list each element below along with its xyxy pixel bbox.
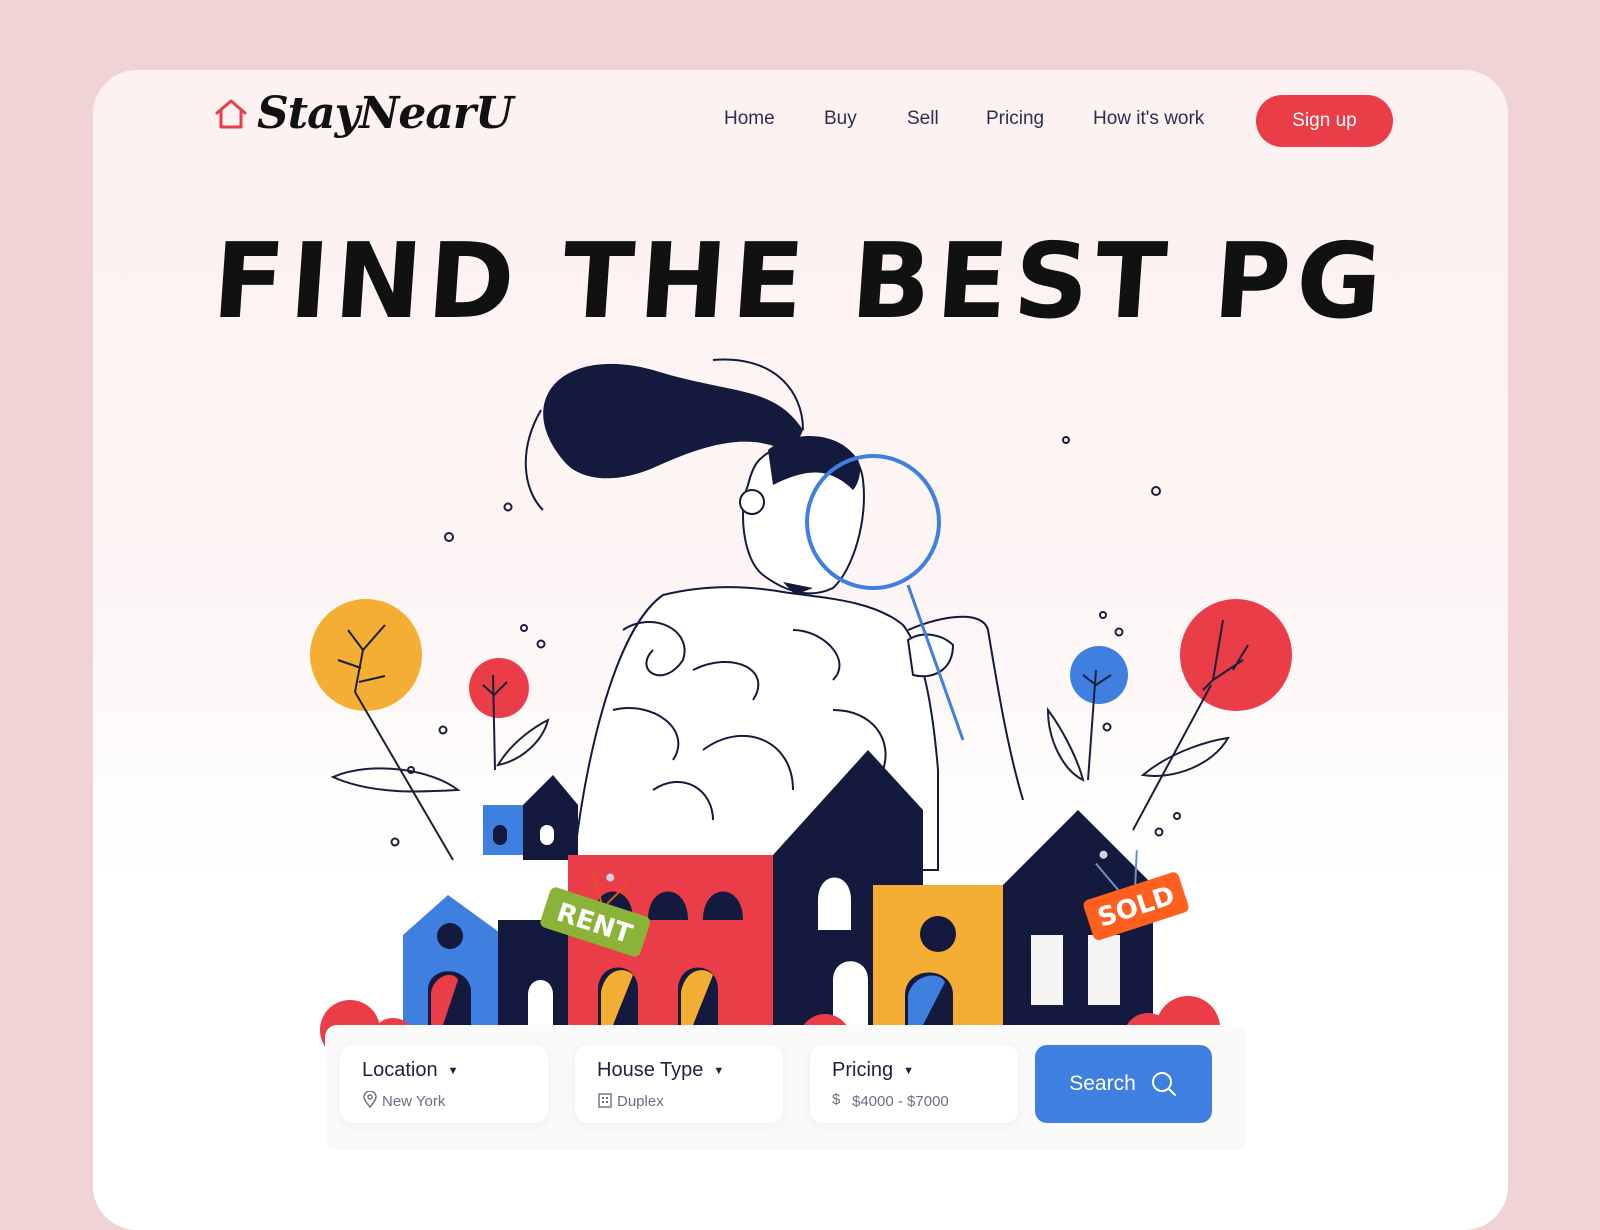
pricing-label: Pricing bbox=[832, 1059, 894, 1081]
search-bar: Location ▼ New York House Type ▼ Duplex Pr… bbox=[325, 1025, 1247, 1150]
house-type-dropdown[interactable]: House Type ▼ Duplex bbox=[575, 1045, 783, 1123]
pricing-value: $4000 - $7000 bbox=[852, 1093, 949, 1110]
house-type-value: Duplex bbox=[617, 1093, 664, 1110]
tree-left-red bbox=[469, 658, 550, 771]
pricing-dropdown[interactable]: Pricing ▼ $ $4000 - $7000 bbox=[810, 1045, 1018, 1123]
caret-down-icon: ▼ bbox=[447, 1064, 459, 1077]
tree-left-yellow bbox=[310, 599, 461, 861]
search-icon bbox=[1151, 1072, 1176, 1096]
location-pin-icon bbox=[363, 1091, 377, 1109]
woman-figure bbox=[524, 358, 1024, 871]
search-button[interactable]: Search bbox=[1035, 1045, 1212, 1123]
tree-right-red bbox=[1132, 599, 1292, 831]
location-label: Location bbox=[362, 1059, 438, 1081]
search-button-label: Search bbox=[1069, 1072, 1136, 1095]
location-value: New York bbox=[382, 1093, 446, 1110]
caret-down-icon: ▼ bbox=[713, 1064, 725, 1077]
building-icon bbox=[598, 1093, 612, 1108]
dollar-icon: $ bbox=[832, 1091, 841, 1108]
location-dropdown[interactable]: Location ▼ New York bbox=[340, 1045, 548, 1123]
house-type-label: House Type bbox=[597, 1059, 704, 1081]
caret-down-icon: ▼ bbox=[903, 1064, 915, 1077]
page-card: StayNearU Home Buy Sell Pricing How it's… bbox=[93, 70, 1508, 1230]
tree-right-blue bbox=[1046, 646, 1128, 782]
